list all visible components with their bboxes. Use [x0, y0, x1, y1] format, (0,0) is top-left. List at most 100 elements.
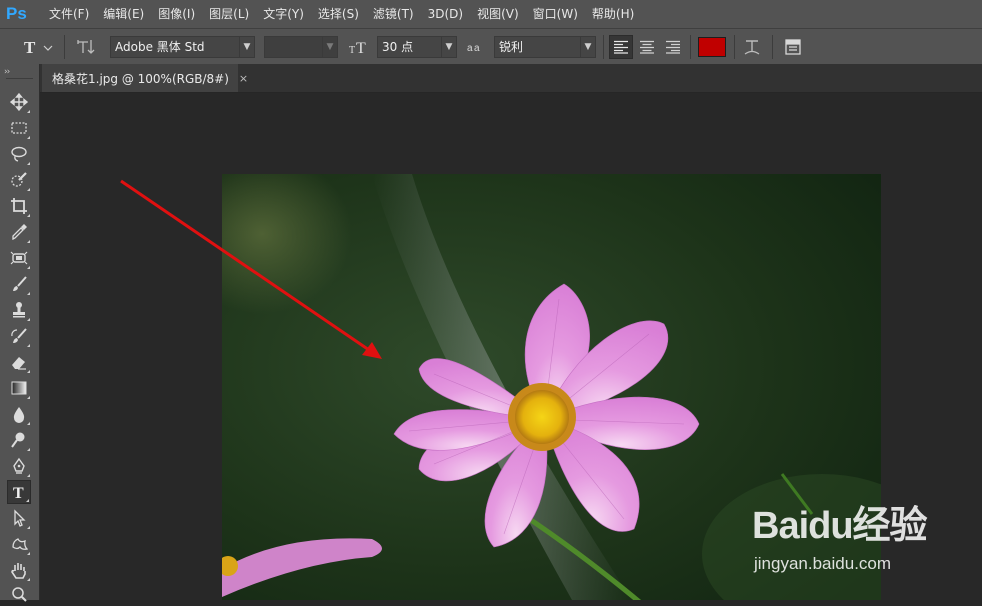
chevron-down-icon: ▼: [441, 37, 456, 57]
tool-group-indicator: [27, 370, 30, 373]
text-tool-icon: T: [24, 38, 53, 57]
separator: [603, 35, 604, 59]
character-panel-icon: [785, 39, 801, 55]
move-tool[interactable]: [7, 90, 31, 114]
document-tab-bar: 格桑花1.jpg @ 100%(RGB/8#) ×: [40, 64, 982, 93]
dodge-icon: [11, 432, 25, 448]
blur-tool[interactable]: [7, 402, 31, 426]
align-center-button[interactable]: [635, 35, 659, 59]
antialias-label: a a: [466, 36, 486, 58]
menu-view[interactable]: 视图(V): [470, 0, 526, 28]
quick-select-tool[interactable]: [7, 168, 31, 192]
tool-group-indicator: [27, 344, 30, 347]
menu-type[interactable]: 文字(Y): [256, 0, 311, 28]
svg-text:T: T: [13, 485, 24, 501]
blur-drop-icon: [13, 407, 25, 423]
tool-group-indicator: [27, 552, 30, 555]
tool-group-indicator: [27, 318, 30, 321]
tool-group-indicator: [27, 526, 30, 529]
brush-icon: [13, 276, 27, 291]
zoom-icon: [12, 587, 27, 602]
menu-layer[interactable]: 图层(L): [202, 0, 256, 28]
tool-group-indicator: [26, 499, 29, 502]
tool-group-indicator: [27, 292, 30, 295]
menu-image[interactable]: 图像(I): [151, 0, 202, 28]
tool-group-indicator: [27, 448, 30, 451]
history-brush-tool[interactable]: [7, 324, 31, 348]
custom-shape-tool[interactable]: [7, 532, 31, 556]
crop-icon: [11, 198, 27, 214]
pen-icon: [13, 457, 25, 474]
gradient-tool[interactable]: [7, 376, 31, 400]
font-family-select[interactable]: Adobe 黑体 Std ▼: [110, 36, 255, 58]
marquee-tool[interactable]: [7, 116, 31, 140]
chevron-down-icon: ▼: [580, 37, 595, 57]
menu-help[interactable]: 帮助(H): [585, 0, 641, 28]
text-color-swatch[interactable]: [698, 37, 726, 57]
tool-group-indicator: [27, 110, 30, 113]
font-size-select[interactable]: 30 点 ▼: [377, 36, 457, 58]
antialias-select[interactable]: 锐利 ▼: [494, 36, 596, 58]
tool-preset-picker[interactable]: T: [20, 36, 56, 58]
menu-edit[interactable]: 编辑(E): [96, 0, 151, 28]
type-tool[interactable]: T: [7, 480, 31, 504]
chevron-down-icon: ▼: [239, 37, 254, 57]
baidu-watermark: Baidu经验 jingyan.baidu.com: [752, 494, 982, 594]
history-brush-icon: [11, 328, 27, 343]
patch-tool[interactable]: [7, 246, 31, 270]
dodge-tool[interactable]: [7, 428, 31, 452]
menu-select[interactable]: 选择(S): [311, 0, 366, 28]
font-family-value: Adobe 黑体 Std: [115, 40, 205, 54]
quick-select-icon: [11, 172, 27, 187]
tool-group-indicator: [27, 422, 30, 425]
brush-tool[interactable]: [7, 272, 31, 296]
panel-collapse-icon[interactable]: ››: [4, 67, 10, 77]
menu-file[interactable]: 文件(F): [42, 0, 96, 28]
marquee-icon: [11, 122, 27, 134]
document-tab-title: 格桑花1.jpg @ 100%(RGB/8#): [52, 71, 229, 86]
align-center-icon: [640, 40, 654, 54]
character-panel-button[interactable]: [781, 36, 805, 58]
menu-bar: Ps 文件(F) 编辑(E) 图像(I) 图层(L) 文字(Y) 选择(S) 滤…: [0, 0, 982, 28]
tool-group-indicator: [27, 474, 30, 477]
align-right-button[interactable]: [661, 35, 685, 59]
photoshop-logo: Ps: [6, 4, 27, 23]
svg-text:a: a: [467, 43, 473, 54]
lasso-tool[interactable]: [7, 142, 31, 166]
zoom-tool[interactable]: [7, 582, 31, 606]
orientation-toggle[interactable]: [74, 36, 98, 58]
separator: [64, 35, 65, 59]
gradient-icon: [11, 381, 27, 395]
antialias-value: 锐利: [499, 40, 524, 54]
tool-group-indicator: [27, 188, 30, 191]
tools-panel: ›› T: [0, 64, 40, 602]
options-bar: T Adobe 黑体 Std ▼ ▼ T T 30 点 ▼ a a 锐利 ▼: [0, 28, 982, 66]
menu-3d[interactable]: 3D(D): [421, 0, 470, 28]
svg-text:a: a: [474, 43, 480, 54]
crop-tool[interactable]: [7, 194, 31, 218]
separator: [690, 35, 691, 59]
warp-text-button[interactable]: [740, 36, 764, 58]
hand-tool[interactable]: [7, 558, 31, 582]
watermark-brand: Baidu经验: [752, 505, 928, 547]
warp-text-icon: [744, 40, 760, 55]
document-tab[interactable]: 格桑花1.jpg @ 100%(RGB/8#) ×: [42, 64, 248, 92]
eraser-tool[interactable]: [7, 350, 31, 374]
pen-tool[interactable]: [7, 454, 31, 478]
tool-group-indicator: [27, 578, 30, 581]
close-icon[interactable]: ×: [239, 72, 248, 85]
align-right-icon: [666, 40, 680, 54]
chevron-down-icon: ▼: [322, 37, 337, 57]
tool-group-indicator: [27, 240, 30, 243]
font-style-select[interactable]: ▼: [264, 36, 338, 58]
font-size-label: T T: [348, 36, 372, 58]
align-left-button[interactable]: [609, 35, 633, 59]
path-select-tool[interactable]: [7, 506, 31, 530]
menu-window[interactable]: 窗口(W): [526, 0, 585, 28]
menu-filter[interactable]: 滤镜(T): [366, 0, 421, 28]
separator: [772, 35, 773, 59]
tool-group-indicator: [27, 136, 30, 139]
clone-stamp-tool[interactable]: [7, 298, 31, 322]
antialias-icon: a a: [467, 43, 480, 54]
eyedropper-tool[interactable]: [7, 220, 31, 244]
